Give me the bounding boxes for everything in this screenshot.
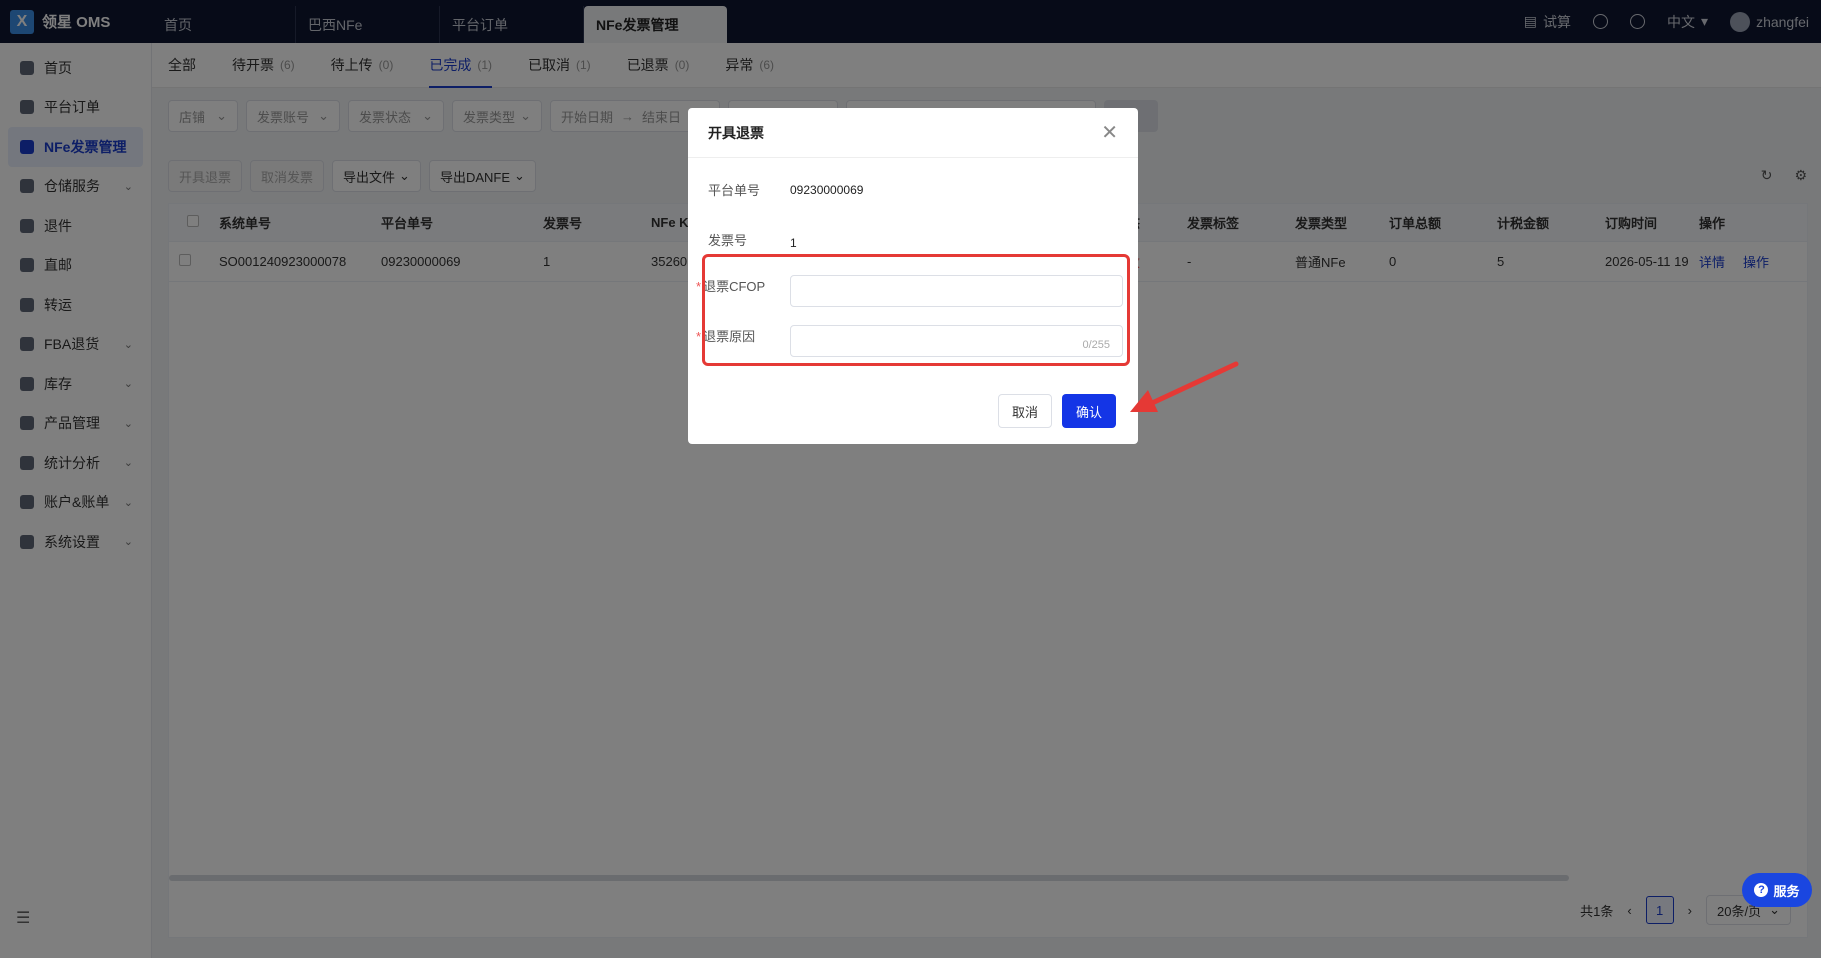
- platform-no-value: 09230000069: [790, 182, 864, 197]
- annotation-arrow-icon: [1130, 361, 1239, 412]
- platform-no-label: 平台单号: [708, 183, 761, 198]
- highlight-box: [702, 254, 1130, 366]
- invoice-no-value: 1: [790, 236, 797, 250]
- service-button[interactable]: ? 服务: [1742, 873, 1812, 907]
- required-mark: *: [696, 279, 702, 294]
- invoice-no-row: 发票号 1: [708, 228, 797, 251]
- dialog-title: 开具退票: [708, 124, 764, 141]
- invoice-no-label: 发票号: [708, 232, 748, 248]
- help-icon: ?: [1754, 883, 1769, 897]
- cancel-button[interactable]: 取消: [998, 394, 1052, 428]
- close-icon[interactable]: ✕: [1101, 120, 1118, 145]
- issue-refund-dialog: 开具退票 ✕ 平台单号 09230000069 发票号 1 * 退票CFOP * 退…: [688, 108, 1138, 444]
- required-mark: *: [696, 329, 702, 344]
- platform-no-row: 平台单号 09230000069: [708, 180, 863, 199]
- dialog-footer: 取消 确认: [998, 394, 1116, 428]
- dialog-header: 开具退票 ✕: [688, 108, 1138, 158]
- confirm-button[interactable]: 确认: [1062, 394, 1116, 428]
